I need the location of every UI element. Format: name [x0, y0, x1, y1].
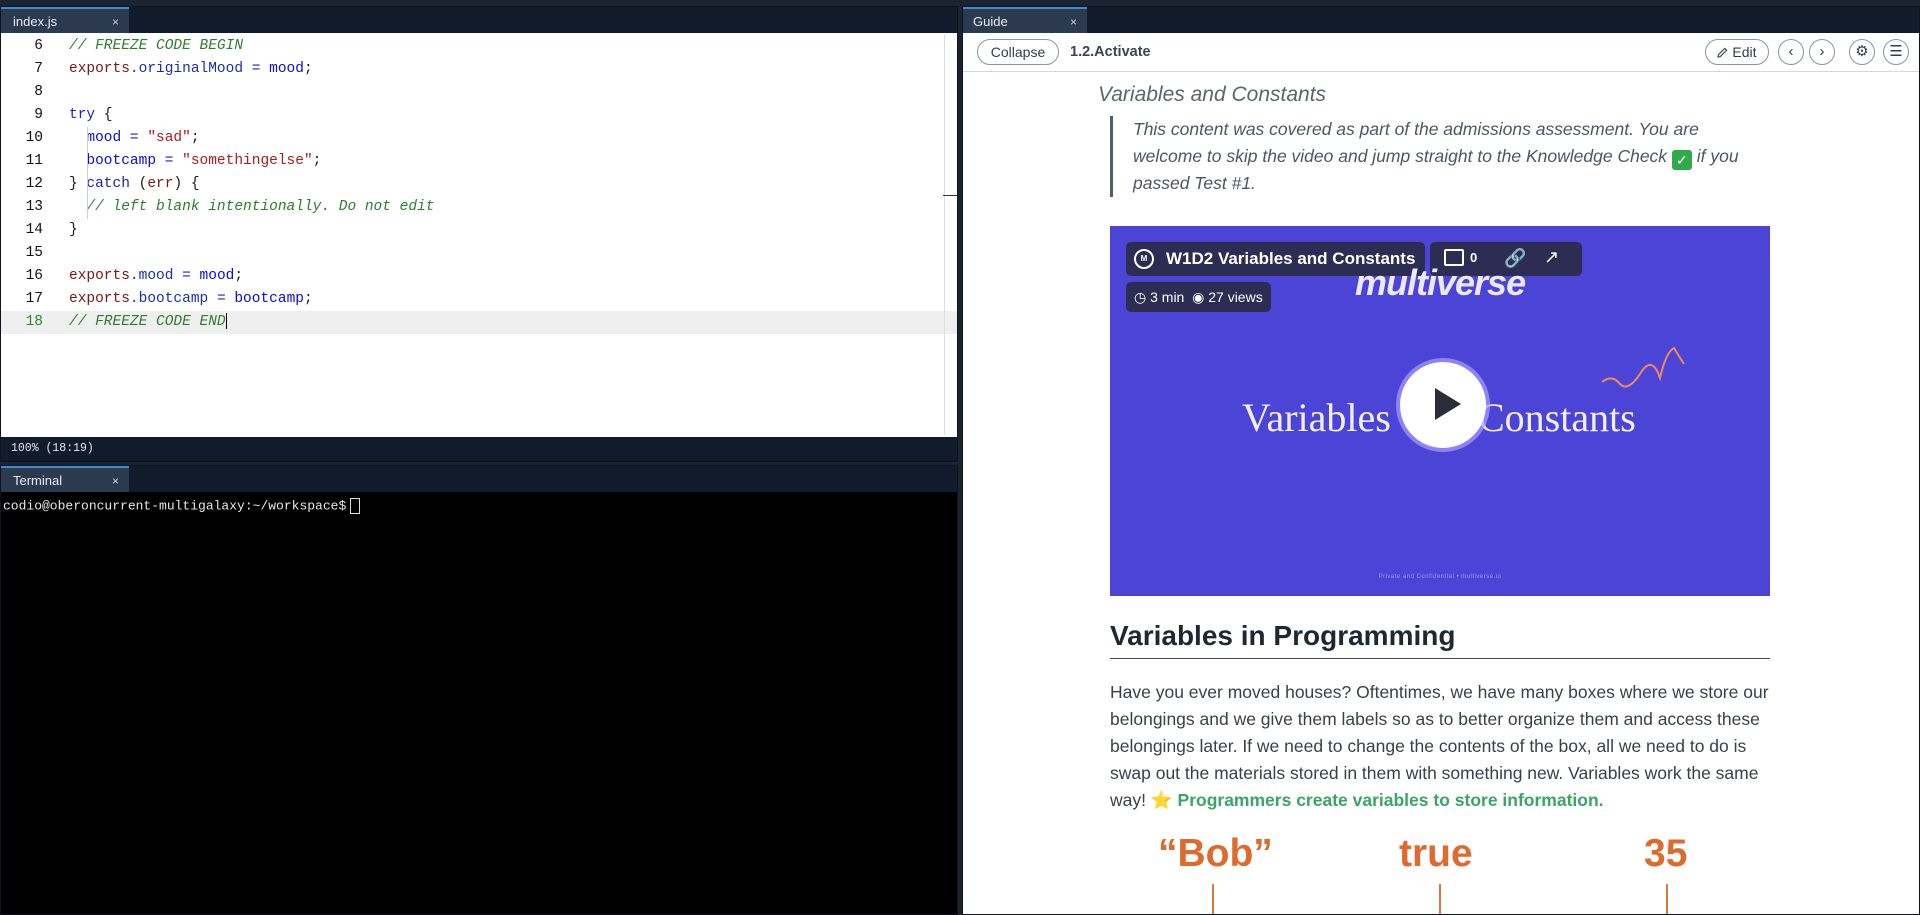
play-button[interactable]: [1400, 362, 1486, 448]
settings-button[interactable]: ⚙: [1849, 39, 1875, 65]
code-line: 16 exports.mood = mood;: [1, 265, 957, 288]
text-cursor: [225, 313, 227, 330]
line-number: 10: [25, 130, 43, 146]
editor-statusbar: 100% (18:19): [1, 437, 957, 461]
section-heading: Variables in Programming: [1110, 620, 1770, 659]
previous-button[interactable]: ‹: [1778, 39, 1804, 65]
next-button[interactable]: ›: [1809, 39, 1835, 65]
video-word-right: Constants: [1478, 395, 1636, 440]
code-line: 17 exports.bootcamp = bootcamp;: [1, 288, 957, 311]
logo-icon: M: [1134, 249, 1154, 269]
line-number: 7: [34, 61, 43, 77]
terminal-prompt: codio@oberoncurrent-multigalaxy:~/worksp…: [3, 498, 347, 514]
line-number: 15: [25, 245, 43, 261]
section-title: Variables and Constants: [1098, 83, 1327, 106]
video-footer: Private and Confidential • multiverse.io: [1378, 574, 1502, 580]
line-number: 9: [34, 107, 43, 123]
code-line: 15: [1, 242, 957, 265]
chevron-left-icon: ‹: [1788, 43, 1794, 60]
close-icon[interactable]: ×: [112, 9, 119, 35]
close-icon[interactable]: ×: [1070, 9, 1077, 35]
terminal-panel[interactable]: Terminal × codio@oberoncurrent-multigala…: [0, 465, 958, 915]
video-meta: ◷ 3 min ◉ 27 views: [1126, 282, 1271, 312]
code-line-active: 18// FREEZE CODE END: [1, 311, 957, 334]
terminal-cursor: [350, 498, 361, 514]
chevron-right-icon: ›: [1819, 43, 1825, 60]
line-number: 13: [25, 199, 43, 215]
video-player[interactable]: M W1D2 Variables and Constants 0 🔗 ↗ ◷ 3…: [1110, 226, 1770, 596]
tab-label: Guide: [973, 14, 1008, 29]
line-number: 16: [25, 268, 43, 284]
line-number: 8: [34, 84, 43, 100]
guide-toolbar: Collapse 1.2.Activate Edit ‹ › ⚙ ☰: [963, 33, 1919, 72]
code-line: 7 exports.originalMood = mood;: [1, 58, 957, 81]
indent-guide: [87, 127, 88, 219]
code-line: 11 bootcamp = "somethingelse";: [1, 150, 957, 173]
code-area[interactable]: 6// FREEZE CODE BEGIN 7 exports.originalM…: [1, 35, 957, 435]
star-icon: ⭐: [1150, 790, 1173, 810]
value-connector: [1666, 884, 1668, 914]
tab-label: Terminal: [13, 473, 63, 488]
code-line: 14}: [1, 219, 957, 242]
print-margin: [944, 35, 945, 435]
editor-tabbar: index.js ×: [1, 7, 957, 33]
brand-logo: multiverse: [1355, 262, 1526, 303]
breadcrumb: 1.2.Activate: [1070, 44, 1151, 60]
line-number: 11: [25, 153, 43, 169]
pencil-icon: [1717, 47, 1728, 58]
value-string: “Bob”: [1158, 832, 1273, 875]
menu-button[interactable]: ☰: [1883, 39, 1909, 65]
terminal-tabbar: Terminal ×: [1, 466, 957, 492]
info-quote: This content was covered as part of the …: [1110, 116, 1763, 197]
code-line: 10 mood = "sad";: [1, 127, 957, 150]
edit-button[interactable]: Edit: [1705, 39, 1769, 65]
value-boolean: true: [1399, 832, 1473, 875]
line-number: 17: [25, 291, 43, 307]
tab-label: index.js: [13, 14, 58, 29]
eye-icon: ◉: [1192, 289, 1205, 305]
video-word-left: Variables: [1242, 395, 1391, 440]
list-icon: ☰: [1889, 43, 1903, 60]
value-number: 35: [1644, 832, 1688, 875]
editor-panel: index.js × 6// FREEZE CODE BEGIN 7 export…: [0, 6, 958, 462]
scroll-marker: [943, 195, 957, 196]
line-number: 12: [25, 176, 43, 192]
check-icon: ✓: [1671, 150, 1692, 170]
edit-label: Edit: [1732, 44, 1757, 60]
code-line: 6// FREEZE CODE BEGIN: [1, 35, 957, 58]
code-line: 12} catch (err) {: [1, 173, 957, 196]
close-icon[interactable]: ×: [112, 468, 119, 494]
collapse-button[interactable]: Collapse: [977, 39, 1059, 65]
line-number: 14: [25, 222, 43, 238]
code-line: 13 // left blank intentionally. Do not e…: [1, 196, 957, 219]
line-number: 18: [25, 314, 43, 330]
line-number: 6: [34, 38, 43, 54]
value-connector: [1212, 884, 1214, 914]
code-line: 9 try {: [1, 104, 957, 127]
clock-icon: ◷: [1134, 289, 1147, 305]
tab-terminal[interactable]: Terminal ×: [1, 466, 129, 492]
tab-index-js[interactable]: index.js ×: [1, 7, 129, 33]
guide-panel: Guide × Collapse 1.2.Activate Edit ‹ › ⚙…: [962, 6, 1920, 915]
gear-icon: ⚙: [1855, 43, 1869, 60]
paragraph: Have you ever moved houses? Oftentimes, …: [1110, 682, 1769, 810]
squiggle-decoration: [1601, 346, 1685, 388]
code-line: 8: [1, 81, 957, 104]
guide-tabbar: Guide ×: [963, 7, 1919, 33]
value-connector: [1439, 884, 1441, 914]
tab-guide[interactable]: Guide ×: [963, 7, 1087, 33]
guide-content: Variables and Constants This content was…: [963, 72, 1919, 914]
highlight-text: Programmers create variables to store in…: [1177, 790, 1604, 810]
terminal-output[interactable]: codio@oberoncurrent-multigalaxy:~/worksp…: [3, 498, 361, 514]
external-link-icon[interactable]: ↗: [1544, 247, 1559, 268]
